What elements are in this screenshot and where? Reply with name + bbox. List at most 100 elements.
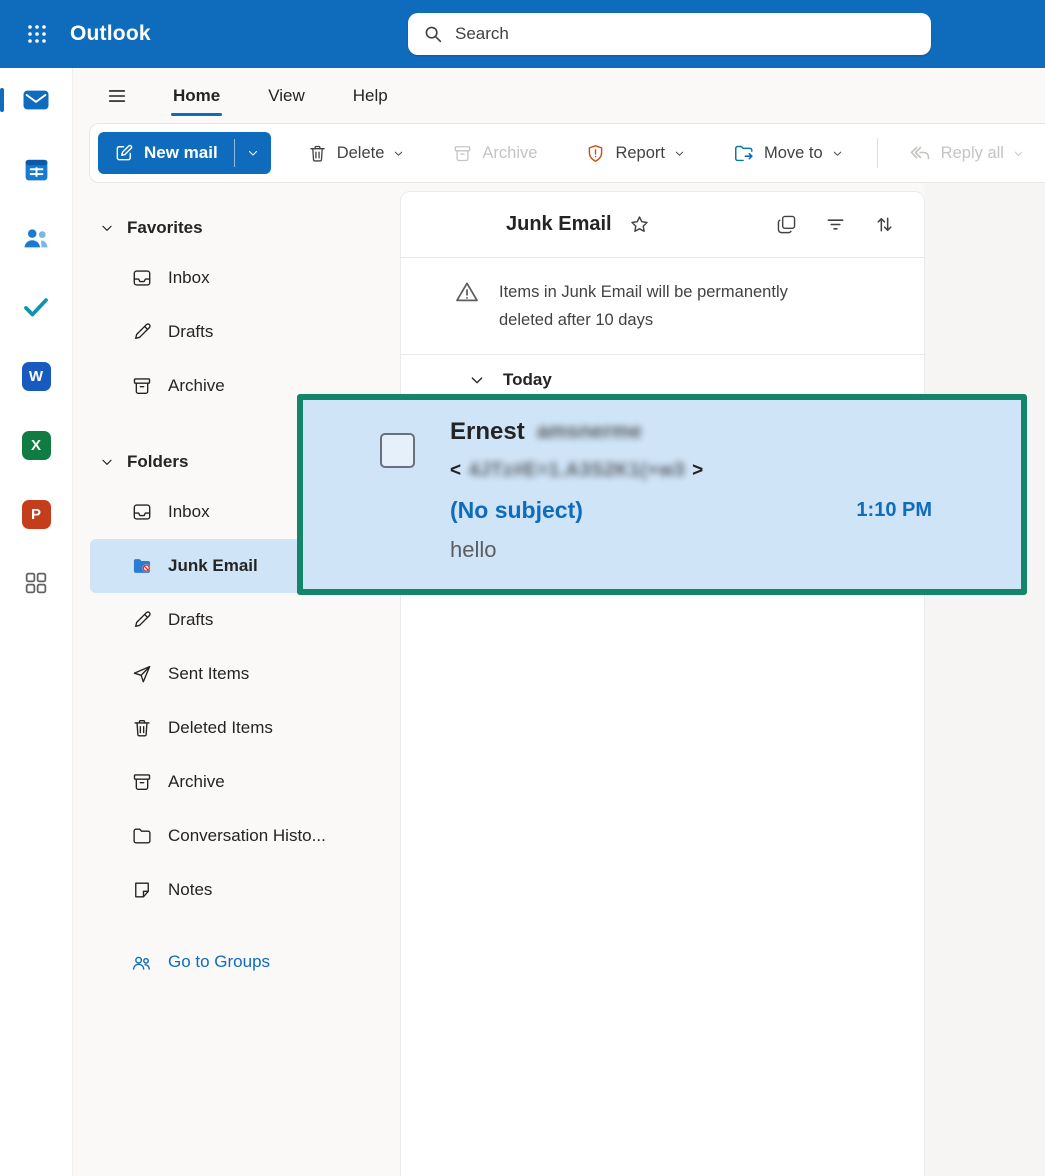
email-checkbox[interactable]: [380, 433, 415, 468]
move-to-folder-icon: [733, 142, 755, 164]
tab-home-label: Home: [173, 86, 220, 106]
new-mail-split-button[interactable]: New mail: [98, 132, 271, 174]
compose-icon: [114, 143, 134, 163]
main-area: Home View Help New mail Delete Archive: [73, 68, 1045, 1176]
folder-label: Inbox: [168, 502, 210, 522]
folder-label: Archive: [168, 772, 225, 792]
new-mail-button[interactable]: New mail: [98, 132, 234, 174]
folder-title: Junk Email: [506, 213, 612, 236]
folder-label: Junk Email: [168, 556, 258, 576]
search-bar[interactable]: [408, 13, 931, 55]
rail-item-people[interactable]: [18, 222, 54, 254]
archive-label: Archive: [482, 144, 537, 163]
favorites-item-inbox[interactable]: Inbox: [90, 251, 365, 305]
rail-item-todo[interactable]: [18, 291, 54, 323]
sort-icon: [873, 213, 896, 236]
email-subject: (No subject): [450, 497, 583, 524]
drafts-pen-icon: [131, 609, 153, 631]
chevron-down-icon: [469, 372, 485, 388]
folder-item-deleted-items[interactable]: Deleted Items: [90, 701, 365, 755]
select-all-button[interactable]: [775, 213, 798, 236]
email-sender: Ernest: [450, 418, 525, 446]
folder-item-conversation-history[interactable]: Conversation Histo...: [90, 809, 365, 863]
content-area: Favorites Inbox Drafts Archive Folders: [73, 183, 1045, 1176]
rail-item-powerpoint[interactable]: P: [18, 498, 54, 530]
filter-button[interactable]: [824, 213, 847, 236]
select-all-icon: [775, 213, 798, 236]
excel-letter: X: [31, 437, 41, 454]
tab-view[interactable]: View: [244, 68, 329, 123]
nav-toggle-button[interactable]: [97, 76, 137, 116]
reply-all-button[interactable]: Reply all: [896, 132, 1036, 174]
email-list-item[interactable]: Ernest amsnerme < 4JTz#E=1.A3S2K1(+w3 > …: [303, 400, 1021, 589]
archive-icon: [131, 375, 153, 397]
folder-label: Drafts: [168, 610, 213, 630]
email-address-line: < 4JTz#E=1.A3S2K1(+w3 >: [450, 452, 932, 490]
list-header-actions: [775, 213, 896, 236]
message-list-pane: Junk Email Items: [400, 191, 925, 1176]
favorites-item-drafts[interactable]: Drafts: [90, 305, 365, 359]
email-summary: Ernest amsnerme < 4JTz#E=1.A3S2K1(+w3 > …: [450, 412, 932, 570]
chevron-down-icon: [100, 455, 114, 469]
delete-button[interactable]: Delete: [295, 134, 417, 173]
favorites-header-label: Favorites: [127, 218, 203, 238]
folder-item-notes[interactable]: Notes: [90, 863, 365, 917]
hamburger-icon: [106, 85, 128, 107]
address-close-bracket: >: [692, 460, 704, 482]
reply-all-label: Reply all: [941, 144, 1004, 163]
chevron-down-icon: [100, 221, 114, 235]
report-button[interactable]: Report: [573, 134, 697, 173]
calendar-app-icon: [22, 155, 51, 184]
tab-help[interactable]: Help: [329, 68, 412, 123]
new-mail-label: New mail: [144, 143, 218, 163]
junk-retention-banner: Items in Junk Email will be permanently …: [401, 258, 924, 355]
delete-label: Delete: [337, 144, 385, 163]
archive-button[interactable]: Archive: [440, 134, 549, 173]
ribbon-tab-row: Home View Help: [73, 68, 1045, 123]
chevron-down-icon: [1013, 148, 1024, 159]
search-input[interactable]: [455, 24, 917, 44]
chevron-down-icon: [247, 147, 259, 159]
rail-item-calendar[interactable]: [18, 153, 54, 185]
folder-label: Sent Items: [168, 664, 249, 684]
todo-app-icon: [21, 292, 51, 322]
powerpoint-app-icon: P: [22, 500, 51, 529]
excel-app-icon: X: [22, 431, 51, 460]
move-to-button[interactable]: Move to: [721, 133, 855, 173]
tab-view-label: View: [268, 86, 305, 106]
chevron-down-icon: [674, 148, 685, 159]
new-mail-dropdown[interactable]: [235, 132, 271, 174]
warning-icon: [453, 278, 481, 306]
favorite-folder-button[interactable]: [628, 213, 651, 236]
folder-item-sent-items[interactable]: Sent Items: [90, 647, 365, 701]
trash-icon: [131, 717, 153, 739]
folder-label: Drafts: [168, 322, 213, 342]
folder-item-drafts[interactable]: Drafts: [90, 593, 365, 647]
rail-item-word[interactable]: W: [18, 360, 54, 392]
junk-folder-icon: [131, 555, 153, 577]
mail-app-icon: [21, 85, 51, 115]
go-to-groups-link[interactable]: Go to Groups: [73, 937, 400, 987]
sort-button[interactable]: [873, 213, 896, 236]
tab-help-label: Help: [353, 86, 388, 106]
folder-item-archive[interactable]: Archive: [90, 755, 365, 809]
command-toolbar: New mail Delete Archive Report Move to: [89, 123, 1045, 183]
tab-home[interactable]: Home: [149, 68, 244, 123]
rail-item-more-apps[interactable]: [18, 567, 54, 599]
go-to-groups-label: Go to Groups: [168, 952, 270, 972]
favorites-section-header[interactable]: Favorites: [73, 205, 400, 251]
app-grid-icon: [22, 569, 50, 597]
word-letter: W: [29, 368, 43, 385]
word-app-icon: W: [22, 362, 51, 391]
rail-item-excel[interactable]: X: [18, 429, 54, 461]
folder-icon: [131, 825, 153, 847]
move-to-label: Move to: [764, 144, 823, 163]
folders-header-label: Folders: [127, 452, 188, 472]
people-app-icon: [21, 223, 51, 253]
email-subject-line: (No subject) 1:10 PM: [450, 490, 932, 530]
notes-icon: [131, 879, 153, 901]
junk-retention-text: Items in Junk Email will be permanently …: [499, 278, 844, 334]
email-preview: hello: [450, 537, 496, 563]
rail-item-mail[interactable]: [18, 84, 54, 116]
app-launcher-button[interactable]: [13, 10, 61, 58]
